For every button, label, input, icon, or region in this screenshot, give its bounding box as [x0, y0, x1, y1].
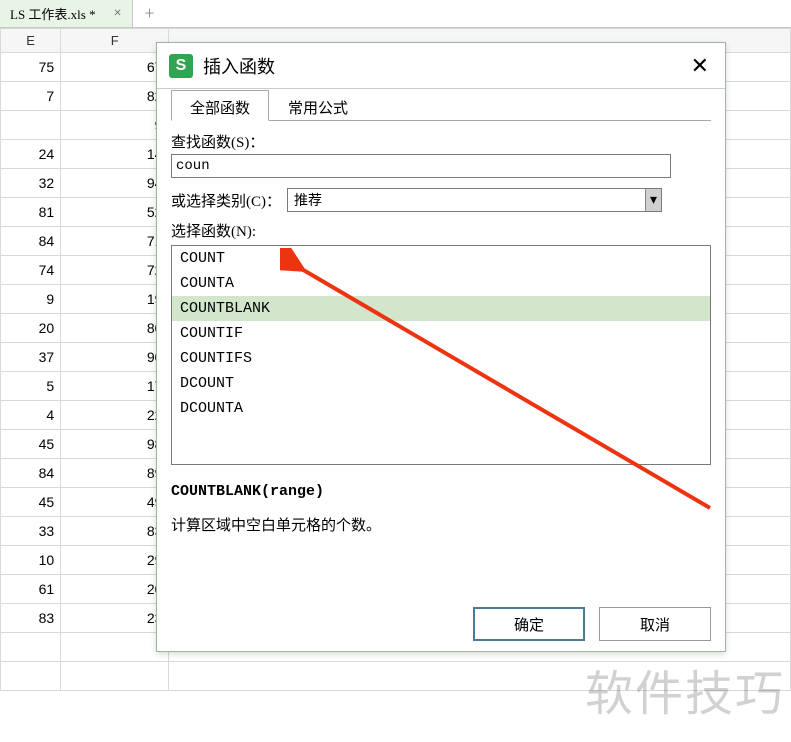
cell[interactable]: 33	[1, 517, 61, 546]
function-listbox[interactable]: COUNTCOUNTACOUNTBLANKCOUNTIFCOUNTIFSDCOU…	[171, 245, 711, 465]
insert-function-dialog: S 插入函数 ✕ 全部函数 常用公式 查找函数(S)： 或选择类别(C)： 推荐…	[156, 42, 726, 652]
cell[interactable]	[1, 633, 61, 662]
cell[interactable]: 9	[61, 111, 169, 140]
cell[interactable]: 19	[61, 285, 169, 314]
dialog-title: 插入函数	[203, 53, 677, 79]
cell[interactable]: 32	[1, 169, 61, 198]
cell[interactable]: 98	[61, 430, 169, 459]
cell[interactable]: 61	[1, 575, 61, 604]
cell[interactable]	[61, 633, 169, 662]
cell[interactable]: 74	[1, 256, 61, 285]
function-item[interactable]: COUNTBLANK	[172, 296, 710, 321]
cell[interactable]: 84	[1, 459, 61, 488]
function-item[interactable]: DCOUNTA	[172, 396, 710, 421]
cell[interactable]: 83	[1, 604, 61, 633]
cell[interactable]: 67	[61, 53, 169, 82]
cell[interactable]	[1, 111, 61, 140]
cell[interactable]: 49	[61, 488, 169, 517]
cell[interactable]: 75	[1, 53, 61, 82]
cell[interactable]: 20	[1, 314, 61, 343]
cell[interactable]: 10	[1, 546, 61, 575]
category-select[interactable]: 推荐 ▾	[287, 188, 662, 212]
cell[interactable]: 80	[61, 314, 169, 343]
cell[interactable]: 17	[61, 372, 169, 401]
select-function-label: 选择函数(N):	[171, 220, 711, 241]
function-item[interactable]: COUNTIFS	[172, 346, 710, 371]
cell[interactable]: 22	[61, 401, 169, 430]
dialog-titlebar: S 插入函数 ✕	[157, 43, 725, 89]
cell[interactable]: 20	[61, 575, 169, 604]
file-tab-strip: LS 工作表.xls * × +	[0, 0, 791, 28]
cell[interactable]: 45	[1, 488, 61, 517]
category-value: 推荐	[294, 190, 322, 210]
col-header[interactable]: E	[1, 29, 61, 53]
cell[interactable]: 71	[61, 227, 169, 256]
function-item[interactable]: DCOUNT	[172, 371, 710, 396]
dialog-tabs: 全部函数 常用公式	[171, 89, 711, 121]
tab-close-icon[interactable]: ×	[114, 6, 122, 22]
search-input[interactable]	[171, 154, 671, 178]
cell[interactable]	[169, 662, 791, 691]
chevron-down-icon: ▾	[645, 189, 661, 211]
function-item[interactable]: COUNT	[172, 246, 710, 271]
cell[interactable]: 81	[1, 198, 61, 227]
cell[interactable]	[1, 662, 61, 691]
cell[interactable]: 24	[1, 140, 61, 169]
cell[interactable]: 45	[1, 430, 61, 459]
function-item[interactable]: COUNTIF	[172, 321, 710, 346]
new-tab-button[interactable]: +	[133, 0, 167, 27]
file-tab[interactable]: LS 工作表.xls * ×	[0, 0, 133, 27]
function-item[interactable]: COUNTA	[172, 271, 710, 296]
cell[interactable]: 7	[1, 82, 61, 111]
cell[interactable]: 9	[1, 285, 61, 314]
cell[interactable]: 4	[1, 401, 61, 430]
cell[interactable]: 14	[61, 140, 169, 169]
cell[interactable]: 72	[61, 256, 169, 285]
col-header[interactable]: F	[61, 29, 169, 53]
tab-common-formulas[interactable]: 常用公式	[269, 90, 367, 121]
cell[interactable]: 89	[61, 459, 169, 488]
cell[interactable]: 90	[61, 343, 169, 372]
function-signature: COUNTBLANK(range)	[171, 483, 711, 500]
cell[interactable]	[61, 662, 169, 691]
cell[interactable]: 94	[61, 169, 169, 198]
table-row	[1, 662, 791, 691]
cell[interactable]: 82	[61, 82, 169, 111]
cell[interactable]: 83	[61, 517, 169, 546]
cell[interactable]: 29	[61, 546, 169, 575]
cell[interactable]: 84	[1, 227, 61, 256]
search-label: 查找函数(S)：	[171, 131, 711, 152]
file-tab-label: LS 工作表.xls *	[10, 4, 96, 23]
ok-button[interactable]: 确定	[473, 607, 585, 641]
cell[interactable]: 52	[61, 198, 169, 227]
cell[interactable]: 37	[1, 343, 61, 372]
cell[interactable]: 5	[1, 372, 61, 401]
cell[interactable]: 23	[61, 604, 169, 633]
cancel-button[interactable]: 取消	[599, 607, 711, 641]
category-label: 或选择类别(C)：	[171, 190, 281, 211]
close-icon[interactable]: ✕	[687, 53, 713, 79]
function-description: 计算区域中空白单元格的个数。	[171, 514, 711, 535]
app-icon: S	[169, 54, 193, 78]
tab-all-functions[interactable]: 全部函数	[171, 90, 269, 121]
